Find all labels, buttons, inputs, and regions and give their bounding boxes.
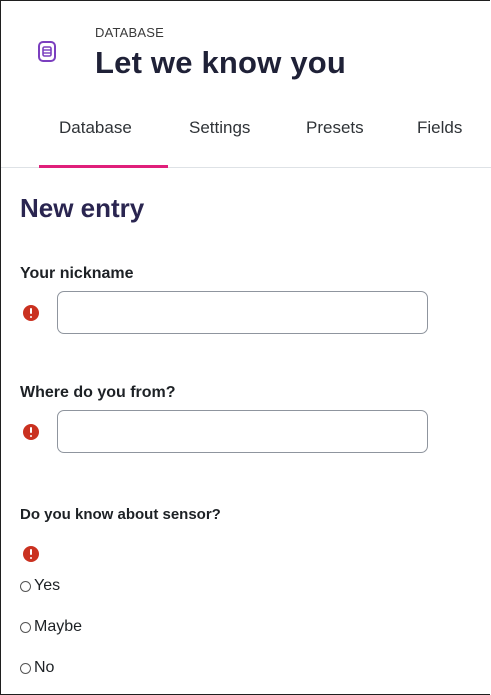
radio-label: Maybe bbox=[34, 618, 83, 635]
required-icon bbox=[23, 305, 39, 321]
sensor-question-label: Do you know about sensor? bbox=[20, 506, 221, 523]
active-tab-indicator bbox=[39, 165, 168, 168]
required-icon bbox=[23, 546, 39, 562]
radio-option-maybe[interactable]: Maybe bbox=[20, 618, 82, 636]
radio-button[interactable] bbox=[20, 580, 31, 592]
tab-settings[interactable]: Settings bbox=[189, 118, 250, 138]
page-title: Let we know you bbox=[95, 45, 347, 80]
tab-database[interactable]: Database bbox=[59, 118, 132, 138]
database-icon bbox=[38, 41, 56, 62]
radio-label: No bbox=[34, 659, 55, 676]
required-icon bbox=[23, 424, 39, 440]
page-frame: DATABASE Let we know you Database Settin… bbox=[0, 0, 491, 695]
tab-bar: Database Settings Presets Fields bbox=[1, 105, 491, 168]
radio-option-yes[interactable]: Yes bbox=[20, 577, 60, 595]
nickname-label: Your nickname bbox=[20, 265, 134, 282]
origin-label: Where do you from? bbox=[20, 384, 176, 401]
radio-button[interactable] bbox=[20, 621, 31, 633]
page-overline: DATABASE bbox=[95, 25, 165, 40]
radio-label: Yes bbox=[34, 577, 61, 594]
origin-input[interactable] bbox=[57, 410, 428, 453]
tab-presets[interactable]: Presets bbox=[306, 118, 364, 138]
radio-button[interactable] bbox=[20, 662, 31, 674]
form-heading: New entry bbox=[20, 193, 145, 223]
nickname-input[interactable] bbox=[57, 291, 428, 334]
tab-fields[interactable]: Fields bbox=[417, 118, 462, 138]
radio-option-no[interactable]: No bbox=[20, 659, 54, 677]
